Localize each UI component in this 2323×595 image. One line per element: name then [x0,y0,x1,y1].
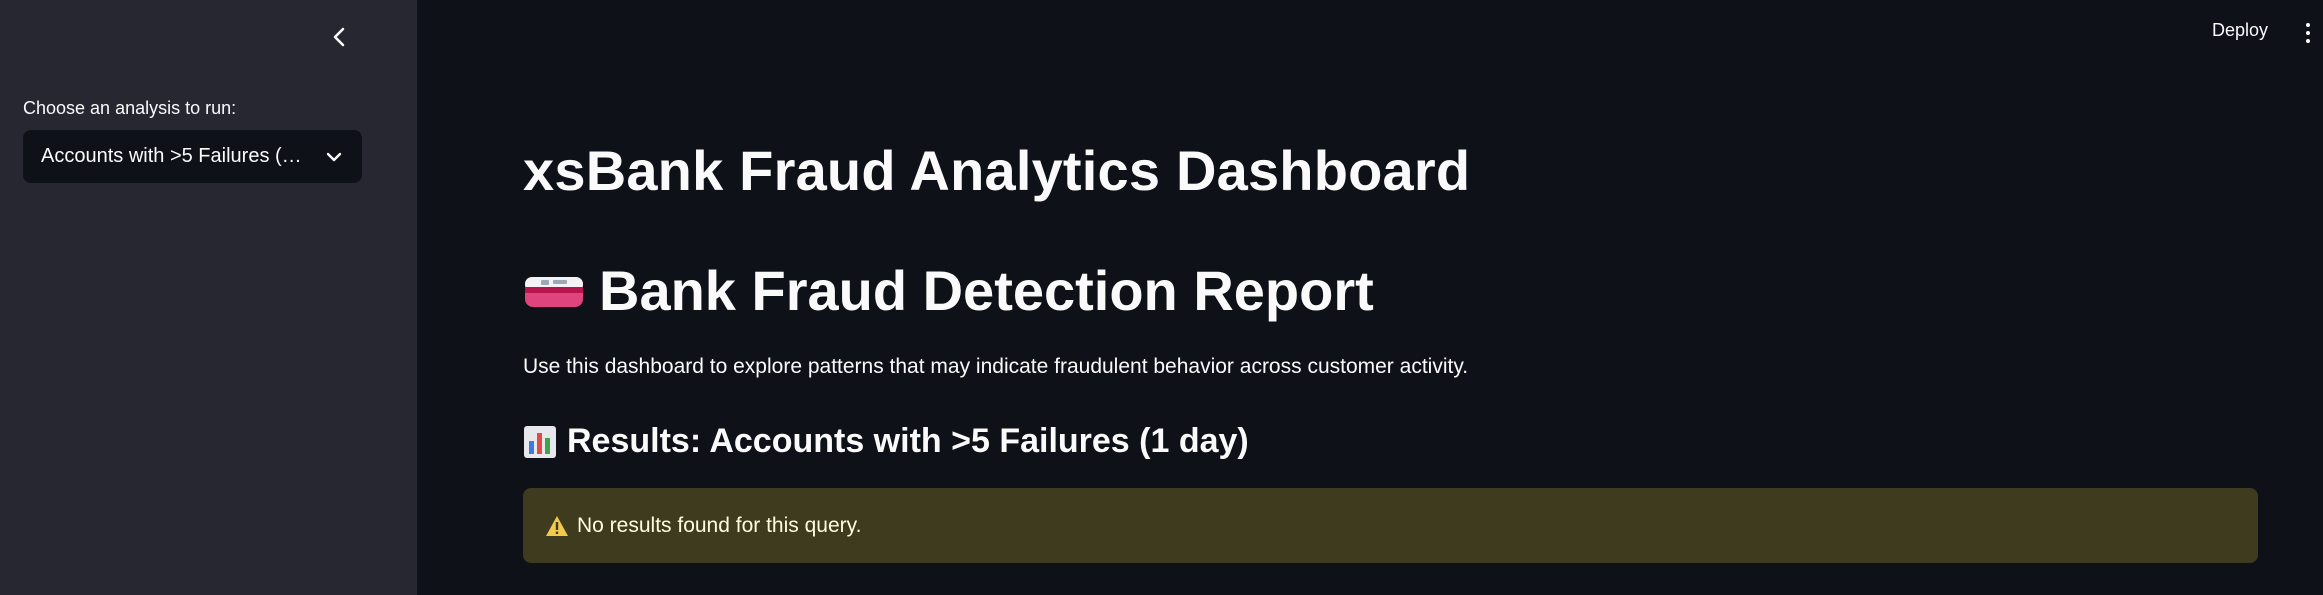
credit-card-icon [525,276,583,307]
deploy-button[interactable]: Deploy [2212,20,2268,41]
results-heading-text: Results: Accounts with >5 Failures (1 da… [567,422,1249,460]
warning-icon [545,514,569,538]
no-results-alert: No results found for this query. [523,488,2258,563]
chevron-down-icon [324,147,344,167]
report-title-text: Bank Fraud Detection Report [599,259,1374,322]
chevron-left-icon [333,27,345,47]
sidebar: Choose an analysis to run: Accounts with… [0,0,417,595]
intro-text: Use this dashboard to explore patterns t… [523,355,1469,378]
dot [2306,31,2310,35]
dot [2306,39,2310,43]
app-root: Choose an analysis to run: Accounts with… [0,0,2323,595]
collapse-sidebar-button[interactable] [326,24,352,50]
report-title: Bank Fraud Detection Report [523,258,1374,323]
page-title: xsBank Fraud Analytics Dashboard [523,139,1471,202]
alert-text: No results found for this query. [577,513,862,537]
bar-chart-icon [524,425,556,458]
vertical-dots-icon [2306,23,2310,27]
analysis-select-label: Choose an analysis to run: [23,98,237,118]
results-heading: Results: Accounts with >5 Failures (1 da… [523,422,1249,461]
main-menu-button[interactable] [2302,20,2314,46]
analysis-select[interactable]: Accounts with >5 Failures (… [23,130,362,183]
analysis-select-value: Accounts with >5 Failures (… [41,145,302,167]
